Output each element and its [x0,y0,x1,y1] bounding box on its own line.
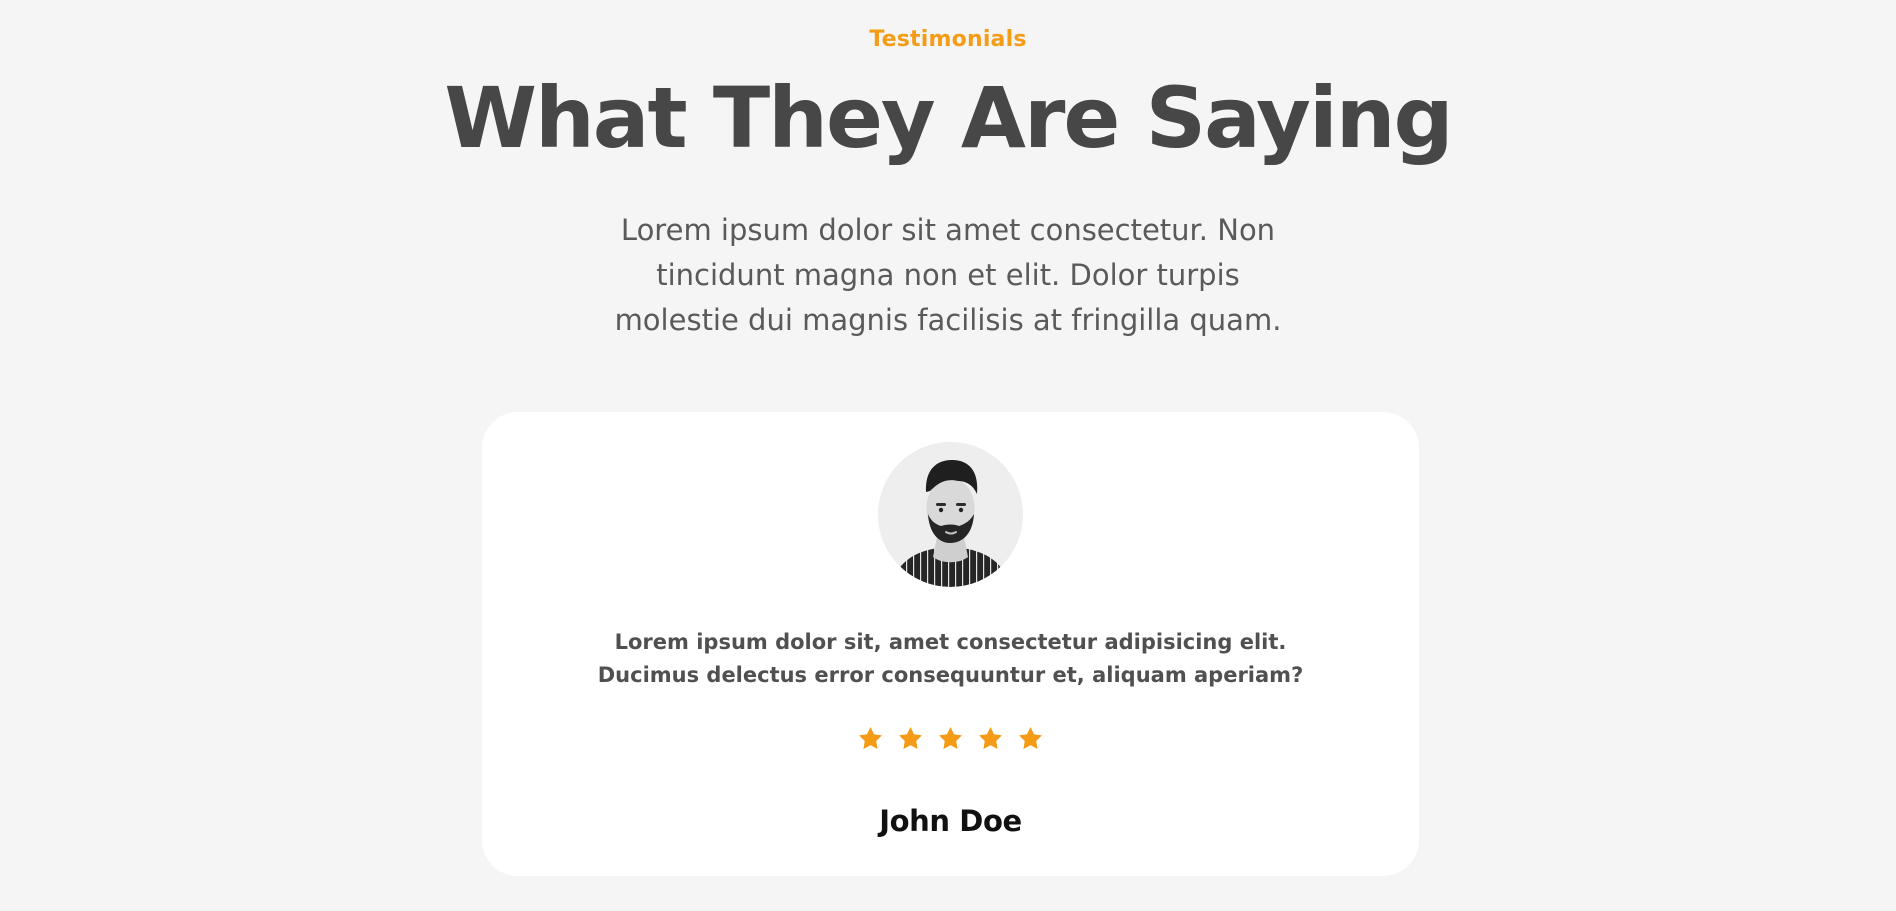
testimonials-section: Testimonials What They Are Saying Lorem … [0,0,1896,911]
quote-line: Lorem ipsum dolor sit, amet consectetur … [614,630,1287,654]
star-rating [482,725,1419,752]
testimonial-quote: Lorem ipsum dolor sit, amet consectetur … [570,626,1331,692]
avatar [878,442,1023,587]
star-icon [979,727,1002,749]
section-title: What They Are Saying [444,69,1453,167]
quote-line: Ducimus delectus error consequuntur et, … [597,663,1304,687]
testimonial-name: John Doe [879,804,1022,838]
star-icon [1019,727,1042,749]
star-icon [939,727,962,749]
section-subtitle: Lorem ipsum dolor sit amet consectetur. … [614,213,1282,337]
testimonial-card: Lorem ipsum dolor sit, amet consectetur … [482,412,1419,876]
star-icon [899,727,922,749]
person-portrait-icon [878,442,1023,587]
star-icon [859,727,882,749]
section-eyebrow: Testimonials [869,27,1027,52]
